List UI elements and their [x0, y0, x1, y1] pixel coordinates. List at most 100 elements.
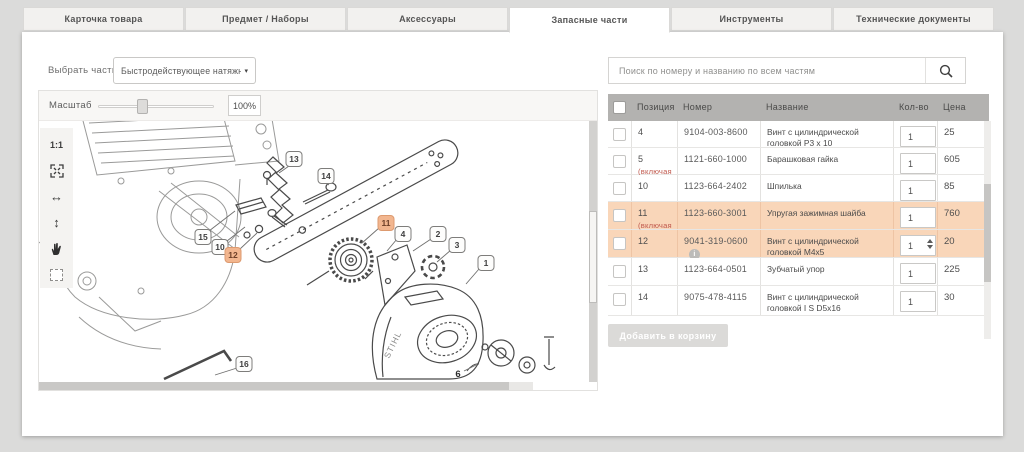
- diagram-callout-2[interactable]: 2: [430, 226, 447, 242]
- diagram-callout-3[interactable]: 3: [449, 237, 466, 253]
- parts-search: [608, 57, 966, 84]
- row-name: Зубчатый упор: [760, 258, 893, 285]
- diagram-callout-1[interactable]: 1: [478, 255, 495, 271]
- table-row[interactable]: 5(включая 6 - 9) 1121-660-1000 Барашкова…: [608, 148, 989, 175]
- select-area-icon[interactable]: [48, 266, 66, 283]
- tab-technical-docs[interactable]: Технические документы: [833, 7, 994, 31]
- tab-item-sets[interactable]: Предмет / Наборы: [185, 7, 346, 31]
- quantity-input[interactable]: [900, 180, 936, 201]
- row-position: 13: [638, 264, 648, 274]
- row-name: Барашковая гайка: [760, 148, 893, 174]
- select-all-checkbox[interactable]: [613, 101, 626, 114]
- scale-label: Масштаб: [49, 100, 92, 111]
- fit-width-icon[interactable]: ↔: [48, 188, 66, 205]
- row-price: 25: [937, 121, 989, 147]
- row-price: 20: [937, 230, 989, 257]
- table-row[interactable]: 14 9075-478-4115 Винт с цилиндрической г…: [608, 286, 989, 316]
- fit-screen-icon[interactable]: [48, 162, 66, 179]
- tab-label: Аксессуары: [399, 14, 456, 24]
- part-selector-value: Быстродействующее натяжно: [121, 66, 241, 76]
- tab-tools[interactable]: Инструменты: [671, 7, 832, 31]
- zoom-slider-thumb[interactable]: [137, 99, 148, 114]
- stepper-up-icon[interactable]: [927, 239, 933, 243]
- tab-label: Карточка товара: [65, 14, 143, 24]
- col-position: Позиция: [637, 102, 675, 112]
- row-position: 4: [638, 127, 643, 137]
- tab-spare-parts[interactable]: Запасные части: [509, 7, 670, 33]
- fit-height-icon[interactable]: ↕: [48, 214, 66, 231]
- diagram-callout-15[interactable]: 15: [195, 229, 212, 245]
- diagram-callout-12[interactable]: 12: [225, 247, 242, 263]
- search-button[interactable]: [925, 58, 965, 83]
- row-number: 9075-478-4115: [684, 292, 747, 302]
- tab-label: Инструменты: [719, 14, 783, 24]
- diagram-badge-layer: 1314151012114231166: [39, 121, 597, 383]
- row-checkbox[interactable]: [613, 128, 626, 141]
- diagram-label-6: 6: [450, 366, 467, 382]
- table-row-highlighted[interactable]: 11(включая 12) 1123-660-3001 Упругая заж…: [608, 202, 989, 230]
- table-scrollbar-thumb[interactable]: [984, 184, 991, 282]
- zoom-slider[interactable]: [98, 105, 214, 108]
- row-checkbox[interactable]: [613, 237, 626, 250]
- diagram-callout-16[interactable]: 16: [236, 356, 253, 372]
- row-checkbox[interactable]: [613, 155, 626, 168]
- row-price: 85: [937, 175, 989, 201]
- row-position: 10: [638, 181, 648, 191]
- viewer-horizontal-scrollbar-thumb[interactable]: [39, 382, 509, 390]
- row-position: 12: [638, 236, 648, 246]
- stepper-down-icon[interactable]: [927, 245, 933, 249]
- quantity-input[interactable]: [900, 263, 936, 284]
- diagram-callout-11[interactable]: 11: [378, 215, 395, 231]
- tab-label: Предмет / Наборы: [222, 14, 309, 24]
- table-row[interactable]: 4 9104-003-8600 Винт с цилиндрической го…: [608, 121, 989, 148]
- add-to-cart-button[interactable]: Добавить в корзину: [608, 324, 728, 347]
- quantity-input[interactable]: [900, 207, 936, 228]
- tab-product-card[interactable]: Карточка товара: [23, 7, 184, 31]
- viewer-horizontal-scrollbar: [39, 382, 533, 390]
- quantity-input[interactable]: [900, 153, 936, 174]
- viewer-vertical-scrollbar-thumb[interactable]: [589, 211, 597, 303]
- parts-table: Позиция Номер Название Кол-во Цена 4 910…: [608, 94, 989, 316]
- viewer-vertical-scrollbar: [589, 121, 597, 382]
- part-selector-dropdown[interactable]: Быстродействующее натяжно ▾: [113, 57, 256, 84]
- part-selector-label: Выбрать часть: [48, 65, 117, 76]
- table-row[interactable]: 13 1123-664-0501 Зубчатый упор 225: [608, 258, 989, 286]
- tab-accessories[interactable]: Аксессуары: [347, 7, 508, 31]
- col-price: Цена: [943, 102, 966, 112]
- col-number: Номер: [683, 102, 712, 112]
- row-position: 14: [638, 292, 648, 302]
- row-name: Шпилька: [760, 175, 893, 201]
- row-checkbox[interactable]: [613, 182, 626, 195]
- viewer-toolbar: 1:1 ↔ ↕: [40, 128, 73, 288]
- search-icon: [939, 64, 953, 78]
- table-row-highlighted[interactable]: 12 9041-319-0600i Винт с цилиндрической …: [608, 230, 989, 258]
- scale-bar: Масштаб 100%: [39, 91, 597, 121]
- row-price: 30: [937, 286, 989, 315]
- quantity-input[interactable]: [900, 126, 936, 147]
- diagram-callout-14[interactable]: 14: [318, 168, 335, 184]
- table-row[interactable]: 10 1123-664-2402 Шпилька 85: [608, 175, 989, 202]
- pan-hand-icon[interactable]: [48, 240, 66, 257]
- diagram-viewer: Масштаб 100% 1:1 ↔ ↕: [38, 90, 598, 391]
- diagram-callout-4[interactable]: 4: [395, 226, 412, 242]
- row-position: 5: [638, 154, 643, 164]
- row-checkbox[interactable]: [613, 209, 626, 222]
- row-price: 605: [937, 148, 989, 174]
- row-position: 11: [638, 208, 647, 218]
- search-input[interactable]: [609, 58, 925, 83]
- spare-parts-panel: Выбрать часть Быстродействующее натяжно …: [22, 32, 1003, 436]
- quantity-input[interactable]: [900, 291, 936, 312]
- chevron-down-icon: ▾: [244, 67, 248, 75]
- row-number: 1123-660-3001: [684, 208, 747, 218]
- row-number: 1123-664-2402: [684, 181, 747, 191]
- zoom-value[interactable]: 100%: [228, 95, 261, 116]
- row-number: 9041-319-0600: [684, 236, 748, 246]
- diagram-callout-13[interactable]: 13: [286, 151, 303, 167]
- col-qty: Кол-во: [899, 102, 929, 112]
- row-price: 225: [937, 258, 989, 285]
- row-checkbox[interactable]: [613, 265, 626, 278]
- row-name: Винт с цилиндрической головкой M4x5: [760, 230, 893, 257]
- one-to-one-button[interactable]: 1:1: [48, 136, 66, 153]
- quantity-stepper[interactable]: [927, 239, 933, 249]
- row-checkbox[interactable]: [613, 293, 626, 306]
